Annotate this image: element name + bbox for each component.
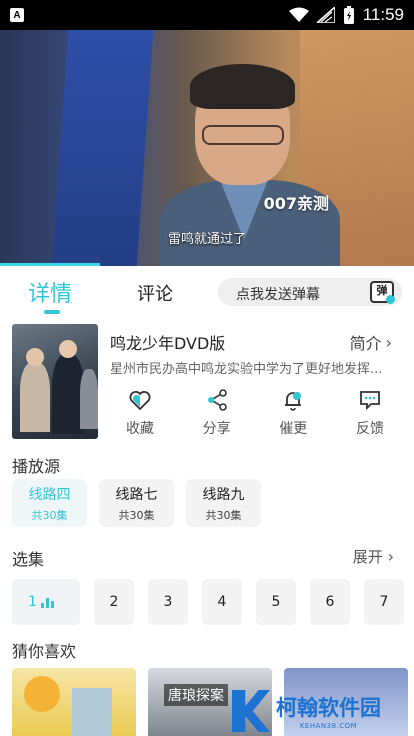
- status-time: 11:59: [362, 5, 404, 24]
- episode-number: 6: [325, 594, 335, 610]
- recommend-card[interactable]: [12, 668, 136, 736]
- episode-button[interactable]: 6: [310, 579, 350, 625]
- active-tab-indicator: [44, 310, 60, 314]
- source-option[interactable]: 线路四 共30集: [12, 479, 87, 527]
- danmu-input[interactable]: 点我发送弹幕 弹: [218, 278, 402, 306]
- battery-icon: [343, 6, 354, 24]
- share-button[interactable]: 分享: [187, 388, 247, 438]
- intro-link[interactable]: 简介 ›: [350, 330, 392, 354]
- episode-button[interactable]: 5: [256, 579, 296, 625]
- show-title: 鸣龙少年DVD版: [110, 334, 226, 353]
- brand-name: 柯翰软件园: [276, 696, 381, 720]
- share-icon: [207, 389, 227, 411]
- status-bar: A 11:59: [0, 0, 414, 30]
- feedback-button[interactable]: 反馈: [340, 388, 400, 438]
- tab-comments[interactable]: 评论: [137, 280, 173, 306]
- feedback-label: 反馈: [355, 421, 384, 437]
- feedback-icon: [360, 391, 380, 411]
- tab-bar: 详情 评论 点我发送弹幕 弹: [0, 266, 414, 316]
- share-label: 分享: [202, 421, 231, 437]
- episode-number: 2: [109, 594, 119, 610]
- recommend-section-title: 猜你喜欢: [12, 642, 77, 661]
- app-notification-icon: A: [10, 8, 24, 22]
- source-name: 线路四: [28, 486, 71, 503]
- signal-icon: [316, 7, 335, 23]
- episode-button[interactable]: 3: [148, 579, 188, 625]
- episode-number: 7: [379, 594, 389, 610]
- tab-details[interactable]: 详情: [28, 276, 72, 308]
- source-count: 共30集: [205, 508, 242, 522]
- remind-update-button[interactable]: 催更: [263, 388, 323, 438]
- remind-update-label: 催更: [279, 421, 308, 437]
- video-subtitle: 雷鸣就通过了: [167, 232, 246, 247]
- episode-number: 5: [271, 594, 281, 610]
- source-option[interactable]: 线路九 共30集: [186, 479, 261, 527]
- brand-domain: KEHAN38.COM: [299, 722, 358, 730]
- episode-button[interactable]: 2: [94, 579, 134, 625]
- heart-icon: [129, 391, 151, 411]
- episode-list: 1 2 3 4 5 6 7: [12, 579, 404, 625]
- danmu-status-dot: [386, 295, 395, 304]
- episode-button[interactable]: 7: [364, 579, 404, 625]
- episode-number: 3: [163, 594, 173, 610]
- bell-icon: [285, 392, 302, 411]
- episode-number: 1: [28, 594, 37, 610]
- brand-logo-icon: [232, 690, 270, 732]
- favorite-button[interactable]: 收藏: [110, 388, 170, 438]
- playing-bars-icon: [40, 596, 54, 608]
- expand-episodes-link[interactable]: 展开 ›: [353, 546, 394, 567]
- show-poster[interactable]: [12, 324, 98, 439]
- danmu-icon-label: 弹: [376, 285, 388, 297]
- video-player[interactable]: 007亲测 雷鸣就通过了: [0, 30, 414, 266]
- source-count: 共30集: [118, 508, 155, 522]
- sources-section-title: 播放源: [12, 457, 61, 476]
- chevron-right-icon: ›: [385, 332, 392, 352]
- intro-label: 简介: [349, 334, 382, 353]
- episodes-section-title: 选集: [12, 550, 45, 569]
- source-name: 线路七: [115, 486, 158, 503]
- favorite-label: 收藏: [126, 421, 154, 437]
- source-name: 线路九: [202, 486, 245, 503]
- site-watermark: 柯翰软件园 KEHAN38.COM: [232, 686, 414, 736]
- episode-button[interactable]: 4: [202, 579, 242, 625]
- danmu-toggle-icon[interactable]: 弹: [370, 281, 395, 304]
- status-right: 11:59: [288, 5, 404, 25]
- source-list: 线路四 共30集 线路七 共30集 线路九 共30集: [12, 479, 261, 527]
- recommend-title: 唐琅探案: [164, 684, 228, 706]
- expand-label: 展开: [352, 548, 383, 566]
- episode-button[interactable]: 1: [12, 579, 80, 625]
- episode-number: 4: [217, 594, 227, 610]
- source-count: 共30集: [31, 508, 68, 522]
- danmu-placeholder: 点我发送弹幕: [236, 286, 320, 302]
- status-left: A: [10, 8, 24, 22]
- video-watermark: 007亲测: [263, 194, 329, 213]
- show-description: 星州市民办高中鸣龙实验中学为了更好地发挥...: [110, 362, 383, 377]
- source-option[interactable]: 线路七 共30集: [99, 479, 174, 527]
- sun-icon: [24, 676, 60, 712]
- action-row: 收藏 分享 催更 反馈: [110, 388, 400, 438]
- chevron-right-icon: ›: [387, 547, 394, 566]
- wifi-icon: [288, 7, 309, 22]
